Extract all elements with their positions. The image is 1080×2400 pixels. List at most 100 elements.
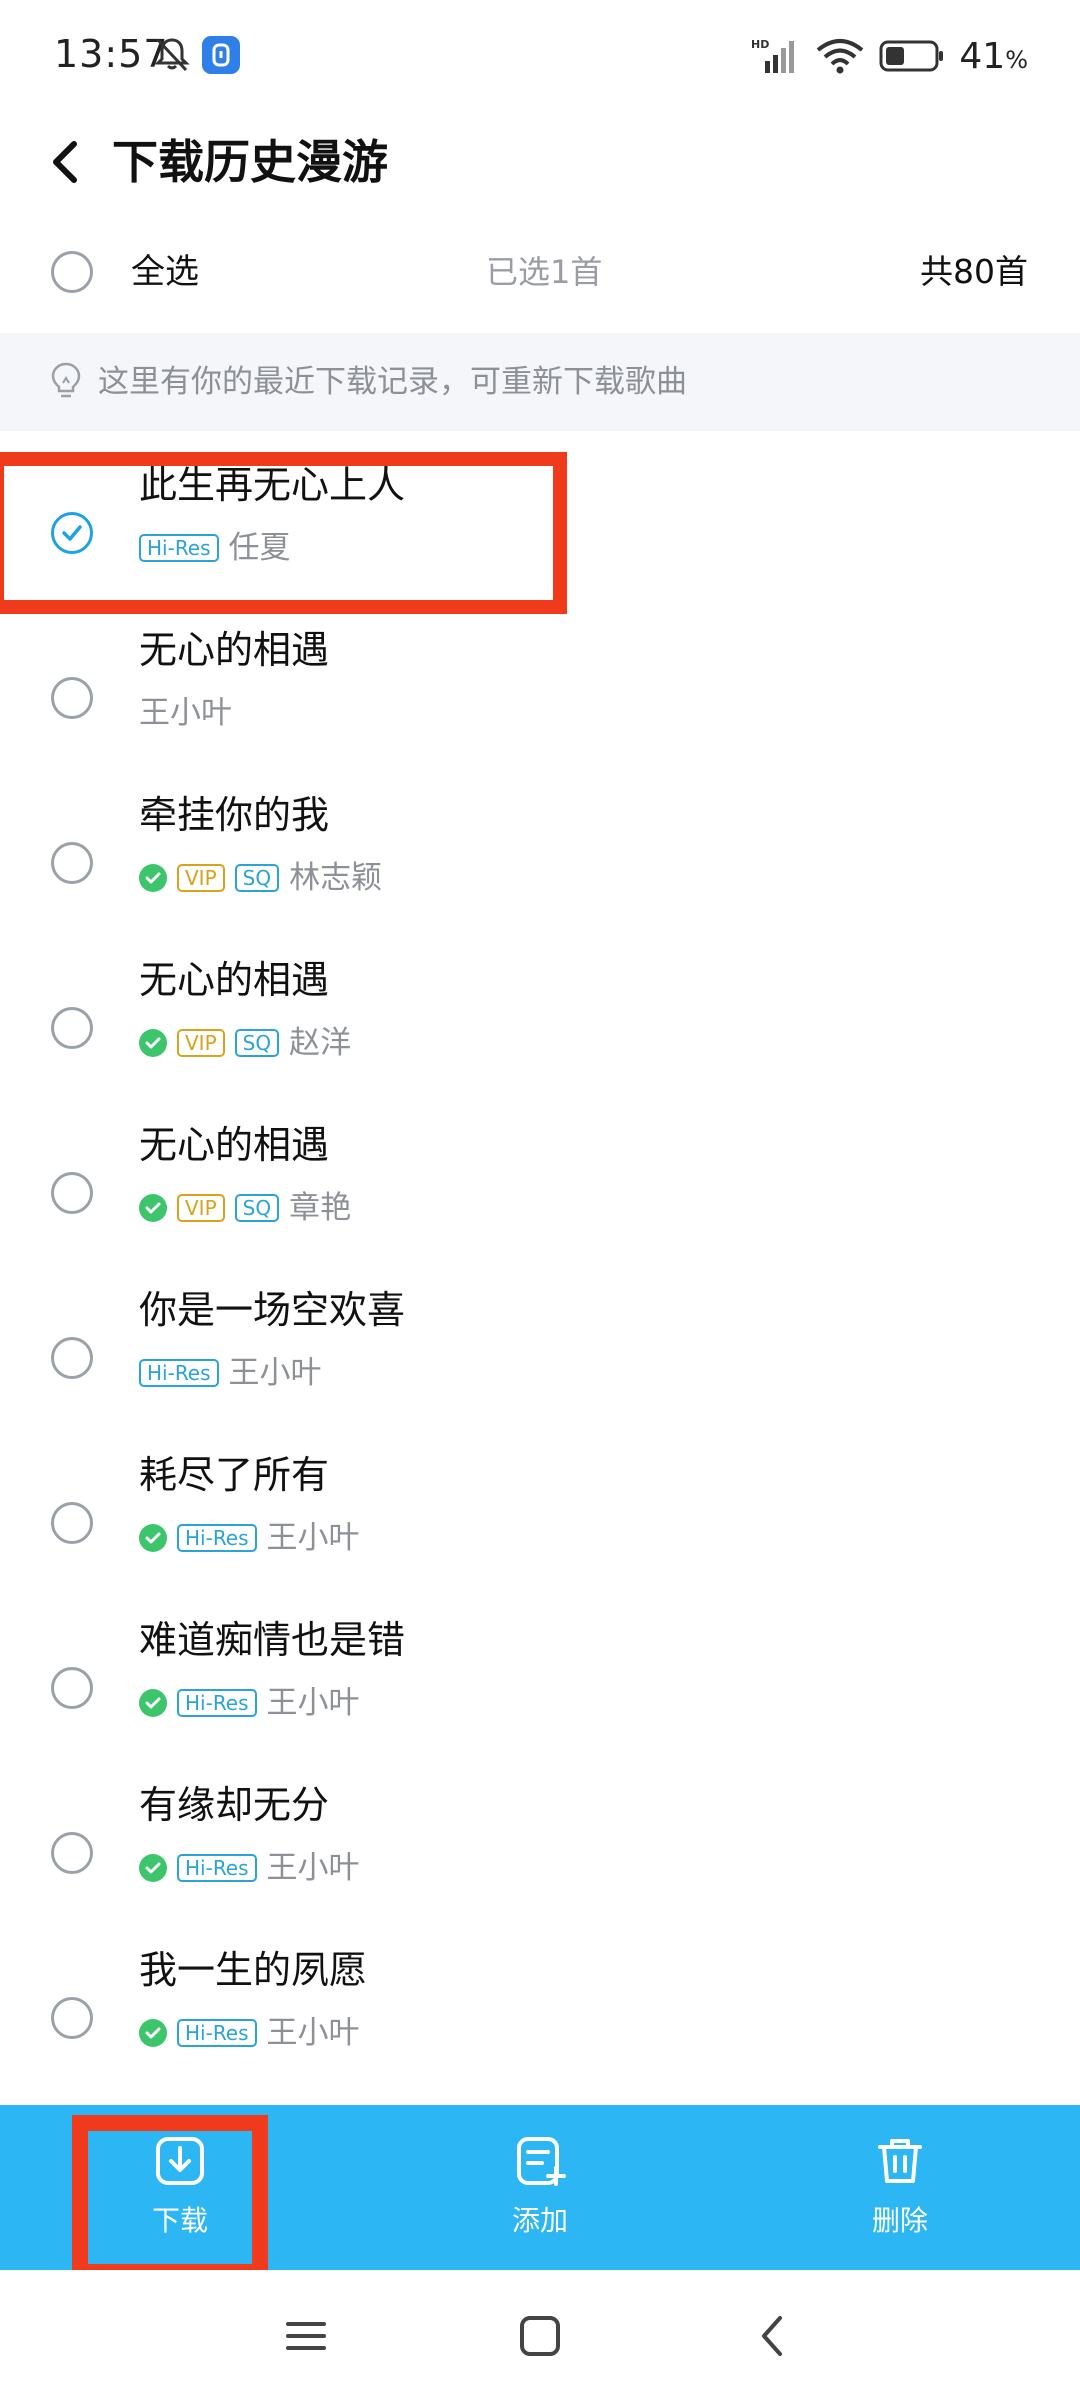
- home-icon[interactable]: [512, 2308, 568, 2364]
- song-artist: 王小叶: [266, 2015, 360, 2051]
- lightbulb-icon: [51, 362, 81, 398]
- total-count: 共80首: [920, 252, 1028, 291]
- song-checkbox[interactable]: [51, 1007, 93, 1049]
- hires-badge: Hi-Res: [177, 1524, 257, 1552]
- song-artist: 王小叶: [266, 1850, 360, 1886]
- song-checkbox[interactable]: [51, 1667, 93, 1709]
- delete-label: 删除: [871, 2204, 928, 2237]
- back-arrow-icon[interactable]: [36, 130, 100, 194]
- song-meta: VIP SQ 林志颖: [139, 856, 382, 900]
- song-title: 此生再无心上人: [139, 463, 406, 507]
- song-meta: Hi-Res 王小叶: [139, 1681, 360, 1725]
- song-artist: 王小叶: [266, 1520, 360, 1556]
- downloaded-check-icon: [139, 864, 167, 892]
- downloaded-check-icon: [139, 1689, 167, 1717]
- hires-badge: Hi-Res: [139, 1359, 219, 1387]
- song-artist: 王小叶: [266, 1685, 360, 1721]
- selected-count: 已选1首: [486, 253, 603, 291]
- hires-badge: Hi-Res: [177, 2019, 257, 2047]
- sq-badge: SQ: [234, 1194, 280, 1222]
- download-button[interactable]: 下载: [80, 2105, 280, 2270]
- recent-apps-icon[interactable]: [278, 2308, 334, 2364]
- song-meta: Hi-Res 王小叶: [139, 1516, 360, 1560]
- sq-badge: SQ: [234, 864, 280, 892]
- tip-bar: 这里有你的最近下载记录，可重新下载歌曲: [0, 333, 1080, 431]
- song-row[interactable]: 无心的相遇 VIP SQ 章艳: [0, 1098, 1080, 1263]
- song-checkbox[interactable]: [51, 1502, 93, 1544]
- signal-icon: HD: [751, 38, 795, 73]
- tip-text: 这里有你的最近下载记录，可重新下载歌曲: [98, 364, 687, 400]
- song-meta: VIP SQ 赵洋: [139, 1021, 351, 1065]
- song-meta: Hi-Res 王小叶: [139, 1846, 360, 1890]
- song-meta: Hi-Res 任夏: [139, 526, 291, 570]
- sq-badge: SQ: [234, 1029, 280, 1057]
- song-checkbox[interactable]: [51, 1997, 93, 2039]
- downloaded-check-icon: [139, 1524, 167, 1552]
- select-all-checkbox[interactable]: [51, 251, 93, 293]
- song-checkbox[interactable]: [51, 1337, 93, 1379]
- vip-badge: VIP: [177, 1194, 225, 1222]
- header: 下载历史漫游: [0, 110, 1080, 220]
- action-bar: 下载 添加 删除: [0, 2105, 1080, 2270]
- downloaded-check-icon: [139, 1194, 167, 1222]
- song-meta: Hi-Res 王小叶: [139, 1351, 322, 1395]
- song-checkbox[interactable]: [51, 677, 93, 719]
- add-label: 添加: [511, 2204, 568, 2237]
- song-title: 无心的相遇: [139, 958, 330, 1002]
- song-artist: 王小叶: [139, 695, 232, 731]
- song-artist: 章艳: [289, 1190, 352, 1226]
- song-title: 牵挂你的我: [139, 793, 330, 837]
- song-artist: 赵洋: [289, 1025, 352, 1061]
- song-title: 无心的相遇: [139, 628, 330, 672]
- battery-icon: [879, 40, 944, 72]
- song-row[interactable]: 耗尽了所有 Hi-Res 王小叶: [0, 1428, 1080, 1593]
- song-row[interactable]: 牵挂你的我 VIP SQ 林志颖: [0, 768, 1080, 933]
- song-row[interactable]: 我一生的夙愿 Hi-Res 王小叶: [0, 1923, 1080, 2088]
- song-checkbox-checked[interactable]: [51, 512, 93, 554]
- vip-badge: VIP: [177, 1029, 225, 1057]
- status-bar: 13:57 HD 41%: [0, 0, 1080, 110]
- song-row[interactable]: 你是一场空欢喜 Hi-Res 王小叶: [0, 1263, 1080, 1428]
- hires-badge: Hi-Res: [139, 534, 219, 562]
- hires-badge: Hi-Res: [177, 1689, 257, 1717]
- song-meta: Hi-Res 王小叶: [139, 2011, 360, 2055]
- song-artist: 任夏: [228, 530, 291, 566]
- checkmark-icon: [62, 525, 82, 541]
- song-title: 我一生的夙愿: [139, 1948, 368, 1992]
- wifi-icon: [817, 39, 864, 74]
- downloaded-check-icon: [139, 2019, 167, 2047]
- song-title: 无心的相遇: [139, 1123, 330, 1167]
- song-title: 有缘却无分: [139, 1783, 330, 1827]
- trash-icon: [878, 2139, 922, 2183]
- song-checkbox[interactable]: [51, 1172, 93, 1214]
- system-nav-bar: [0, 2270, 1080, 2400]
- add-to-playlist-button[interactable]: 添加: [440, 2105, 640, 2270]
- page-title: 下载历史漫游: [112, 135, 388, 189]
- song-row[interactable]: 无心的相遇 VIP SQ 赵洋: [0, 933, 1080, 1098]
- download-label: 下载: [151, 2204, 208, 2237]
- bell-off-icon: [154, 38, 190, 72]
- song-row[interactable]: 无心的相遇 王小叶: [0, 603, 1080, 768]
- system-back-icon[interactable]: [746, 2308, 802, 2364]
- song-row[interactable]: 此生再无心上人 Hi-Res 任夏: [0, 438, 1080, 603]
- song-checkbox[interactable]: [51, 1832, 93, 1874]
- vip-badge: VIP: [177, 864, 225, 892]
- downloaded-check-icon: [139, 1854, 167, 1882]
- add-to-list-icon: [517, 2137, 566, 2186]
- song-artist: 王小叶: [228, 1355, 322, 1391]
- song-meta: VIP SQ 章艳: [139, 1186, 351, 1230]
- song-meta: 王小叶: [139, 691, 232, 735]
- select-bar: 全选 已选1首 共80首: [0, 222, 1080, 322]
- battery-percent: 41%: [959, 35, 1028, 77]
- song-row[interactable]: 难道痴情也是错 Hi-Res 王小叶: [0, 1593, 1080, 1758]
- download-icon: [156, 2137, 204, 2185]
- hires-badge: Hi-Res: [177, 1854, 257, 1882]
- song-checkbox[interactable]: [51, 842, 93, 884]
- select-all-label[interactable]: 全选: [131, 248, 199, 296]
- song-title: 耗尽了所有: [139, 1453, 330, 1497]
- delete-button[interactable]: 删除: [800, 2105, 1000, 2270]
- song-artist: 林志颖: [289, 860, 383, 896]
- song-row[interactable]: 有缘却无分 Hi-Res 王小叶: [0, 1758, 1080, 1923]
- downloaded-check-icon: [139, 1029, 167, 1057]
- song-title: 你是一场空欢喜: [139, 1288, 406, 1332]
